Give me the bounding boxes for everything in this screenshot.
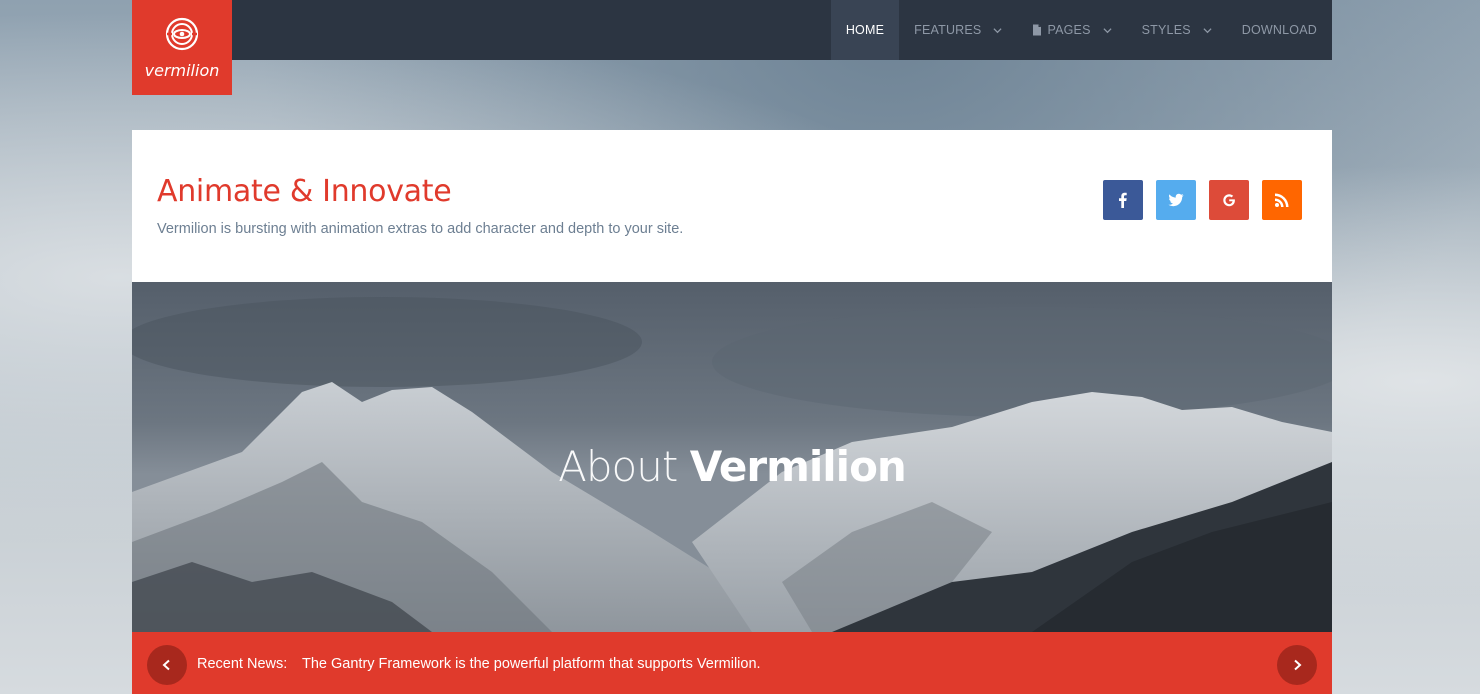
nav-styles-label: STYLES (1141, 23, 1191, 37)
facebook-icon (1119, 192, 1127, 208)
twitter-icon (1168, 193, 1184, 207)
nav-features[interactable]: FEATURES (899, 0, 1017, 60)
hero-title-light: About (558, 442, 678, 491)
page-subtitle: Vermilion is bursting with animation ext… (157, 221, 684, 237)
google-icon (1223, 194, 1235, 207)
logo-text: vermilion (144, 61, 220, 80)
news-label: Recent News: (197, 656, 288, 672)
chevron-down-icon (993, 27, 1003, 33)
document-icon (1033, 24, 1042, 36)
logo-icon (165, 17, 199, 51)
twitter-button[interactable] (1156, 180, 1196, 220)
hero-title: About Vermilion (132, 442, 1332, 491)
site-logo[interactable]: vermilion (132, 0, 232, 95)
hero-title-bold: Vermilion (689, 442, 907, 491)
chevron-right-icon (1294, 659, 1302, 671)
rss-button[interactable] (1262, 180, 1302, 220)
nav-pages-label: PAGES (1047, 23, 1091, 37)
chevron-down-icon (1103, 27, 1112, 33)
nav-home-label: HOME (845, 23, 885, 37)
news-ticker: Recent News: The Gantry Framework is the… (132, 632, 1332, 694)
chevron-left-icon (162, 659, 170, 671)
news-next-button[interactable] (1277, 645, 1317, 685)
header-panel: Animate & Innovate Vermilion is bursting… (132, 130, 1332, 282)
chevron-down-icon (1203, 27, 1212, 33)
nav-pages[interactable]: PAGES (1017, 0, 1126, 60)
nav-features-label: FEATURES (914, 23, 982, 37)
nav-download-label: DOWNLOAD (1241, 23, 1317, 37)
social-links (1103, 180, 1302, 220)
google-button[interactable] (1209, 180, 1249, 220)
news-prev-button[interactable] (147, 645, 187, 685)
rss-icon (1275, 193, 1289, 207)
nav-styles[interactable]: STYLES (1127, 0, 1227, 60)
nav-home[interactable]: HOME (830, 0, 900, 60)
news-headline[interactable]: The Gantry Framework is the powerful pla… (302, 656, 761, 672)
nav-download[interactable]: DOWNLOAD (1227, 0, 1332, 60)
page-title: Animate & Innovate (157, 174, 452, 209)
hero-banner: About Vermilion (132, 282, 1332, 632)
main-menu: HOME FEATURES PAGES STYLES DOWNLOAD (830, 0, 1332, 60)
facebook-button[interactable] (1103, 180, 1143, 220)
